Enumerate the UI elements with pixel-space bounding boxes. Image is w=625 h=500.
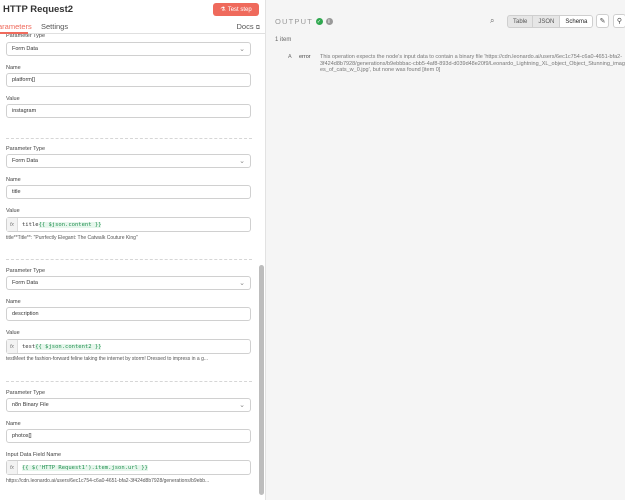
view-switcher: Table JSON Schema <box>507 15 594 28</box>
p4-field-token: {{ $('HTTP Request1').item.json.url }} <box>22 464 148 471</box>
docs-label: Docs <box>236 22 254 31</box>
p2-type-label: Parameter Type <box>6 146 46 152</box>
test-step-label: Test step <box>227 6 252 13</box>
p2-type-value: Form Data <box>12 158 38 164</box>
p4-field-expression[interactable]: fx {{ $('HTTP Request1').item.json.url }… <box>6 460 251 475</box>
p2-value-expression[interactable]: fx title{{ $json.content }} <box>6 217 251 232</box>
p3-name-input[interactable]: description <box>6 307 251 321</box>
p1-type-value: Form Data <box>12 46 38 52</box>
fx-icon: fx <box>7 461 18 474</box>
pin-icon[interactable]: ⚲ <box>613 14 625 28</box>
view-table[interactable]: Table <box>508 16 534 27</box>
external-link-icon: ⧉ <box>255 25 260 31</box>
p4-field-hint: https://cdn.leonardo.ai/users/6ec1c754-c… <box>6 478 210 484</box>
p3-value-expression[interactable]: fx test{{ $json.content2 }} <box>6 339 251 354</box>
p2-value-label: Value <box>6 208 20 214</box>
output-title: OUTPUT ✓ i <box>275 17 334 26</box>
search-icon[interactable]: ⌕ <box>490 16 494 26</box>
p3-name-label: Name <box>6 299 21 305</box>
tab-parameters[interactable]: Parameters <box>0 22 32 31</box>
p2-type-select[interactable]: Form Data ⌄ <box>6 154 251 168</box>
check-circle-icon: ✓ <box>316 18 324 25</box>
tab-settings[interactable]: Settings <box>41 22 68 31</box>
p1-name-label: Name <box>6 65 21 71</box>
view-json[interactable]: JSON <box>533 16 561 27</box>
p1-value-input[interactable]: instagram <box>6 104 251 118</box>
schema-field-name: error <box>299 54 311 60</box>
p2-name-label: Name <box>6 177 21 183</box>
p4-type-select[interactable]: n8n Binary File ⌄ <box>6 398 251 412</box>
p3-value-token: {{ $json.content2 }} <box>35 343 102 350</box>
tab-bar: Parameters Settings Docs ⧉ <box>0 20 265 34</box>
node-header: HTTP Request2 ⚗ Test step <box>0 0 265 20</box>
p4-name-input[interactable]: photos[] <box>6 429 251 443</box>
chevron-down-icon: ⌄ <box>239 158 245 165</box>
flask-icon: ⚗ <box>220 7 226 13</box>
p2-value-hint: title**Title**: "Purrfectly Elegant: The… <box>6 235 138 241</box>
p3-type-select[interactable]: Form Data ⌄ <box>6 276 251 290</box>
p2-value-token: {{ $json.content }} <box>38 221 102 228</box>
item-count: 1 item <box>275 37 292 43</box>
p4-type-label: Parameter Type <box>6 390 46 396</box>
p2-name-input[interactable]: title <box>6 185 251 199</box>
p1-name-input[interactable]: platform[] <box>6 73 251 87</box>
p4-name-label: Name <box>6 421 21 427</box>
p1-value-label: Value <box>6 96 20 102</box>
output-title-text: OUTPUT <box>275 17 314 26</box>
scrollbar[interactable] <box>259 265 264 495</box>
p3-type-label: Parameter Type <box>6 268 46 274</box>
p4-field-label: Input Data Field Name <box>6 452 62 458</box>
pencil-icon[interactable]: ✎ <box>596 14 609 28</box>
p3-value-hint: testMeet the fashion-forward feline taki… <box>6 356 209 362</box>
tab-active-indicator <box>0 32 28 34</box>
node-title[interactable]: HTTP Request2 <box>3 4 73 15</box>
docs-link[interactable]: Docs ⧉ <box>237 22 260 32</box>
view-schema[interactable]: Schema <box>560 16 593 27</box>
p3-value-label: Value <box>6 330 20 336</box>
output-panel: OUTPUT ✓ i ⌕ Table JSON Schema ✎ ⚲ 1 ite… <box>266 0 625 500</box>
test-step-button[interactable]: ⚗ Test step <box>213 3 259 16</box>
divider <box>6 259 252 260</box>
p4-type-value: n8n Binary File <box>12 402 49 408</box>
fx-icon: fx <box>7 218 18 231</box>
chevron-down-icon: ⌄ <box>239 402 245 409</box>
divider <box>6 138 252 139</box>
p3-type-value: Form Data <box>12 280 38 286</box>
divider <box>6 381 252 382</box>
p3-value-prefix: test <box>22 343 36 350</box>
fx-icon: fx <box>7 340 18 353</box>
p1-type-select[interactable]: Form Data ⌄ <box>6 42 251 56</box>
schema-field-value: This operation expects the node's input … <box>320 54 625 73</box>
p2-value-prefix: title <box>22 221 39 228</box>
info-icon[interactable]: i <box>326 18 334 25</box>
field-type-icon: A <box>288 54 292 60</box>
chevron-down-icon: ⌄ <box>239 46 245 53</box>
chevron-down-icon: ⌄ <box>239 280 245 287</box>
parameters-panel: Parameter Type Form Data ⌄ Name platform… <box>0 0 266 500</box>
